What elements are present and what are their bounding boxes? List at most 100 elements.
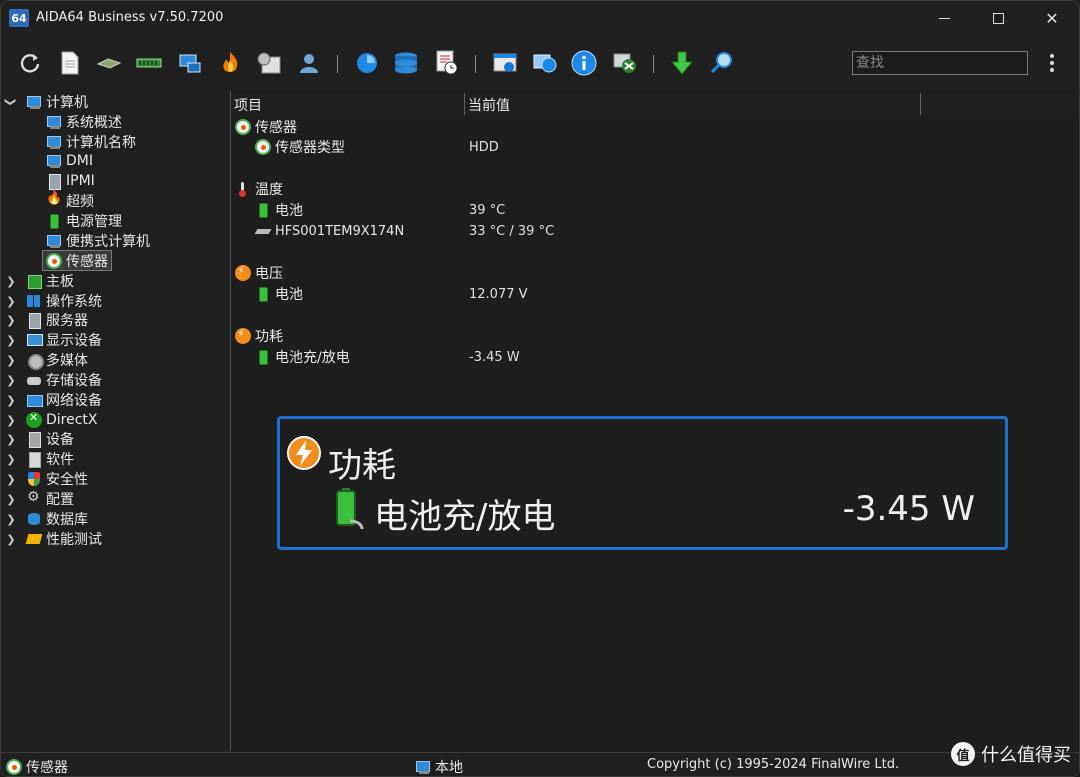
tree-item-software[interactable]: ❯ 软件 xyxy=(6,449,74,469)
chevron-right-icon[interactable]: ❯ xyxy=(6,314,16,327)
tree-item-label: 多媒体 xyxy=(46,353,88,369)
tree-item-multimedia[interactable]: ❯ 多媒体 xyxy=(6,350,88,370)
tree-item-label: 设备 xyxy=(46,432,74,448)
tree-item-portable-computer[interactable]: 便携式计算机 xyxy=(46,231,150,251)
network-audit-icon[interactable] xyxy=(611,49,639,77)
chevron-right-icon[interactable]: ❯ xyxy=(6,433,16,446)
tools-icon[interactable] xyxy=(255,49,283,77)
minimize-button[interactable] xyxy=(919,1,969,35)
tree-item-computer-name[interactable]: 计算机名称 xyxy=(46,132,136,152)
list-row[interactable]: 电池充/放电 xyxy=(255,347,350,367)
search-input[interactable]: 查找 xyxy=(852,51,1028,75)
motherboard-icon[interactable] xyxy=(95,49,123,77)
list-row[interactable]: 电池 xyxy=(255,284,303,304)
motherboard-icon xyxy=(26,273,42,289)
download-icon[interactable] xyxy=(668,49,696,77)
zoom-item-label: 电池充/放电 xyxy=(374,497,556,537)
tree-item-display[interactable]: ❯ 显示设备 xyxy=(6,330,102,350)
schedule-icon[interactable] xyxy=(433,49,461,77)
tree-item-overclock[interactable]: 超频 xyxy=(46,191,94,211)
thermometer-icon xyxy=(235,181,251,197)
overclock-icon[interactable] xyxy=(216,49,244,77)
chevron-right-icon[interactable]: ❯ xyxy=(6,493,16,506)
list-row[interactable]: 电池 xyxy=(255,200,303,220)
watermark-text: 什么值得买 xyxy=(981,745,1071,766)
computer-icon xyxy=(46,153,62,169)
web-update-icon[interactable] xyxy=(531,49,559,77)
config-icon xyxy=(26,489,42,507)
row-label: 传感器 xyxy=(255,120,297,136)
chevron-right-icon[interactable]: ❯ xyxy=(6,394,16,407)
chevron-right-icon[interactable]: ❯ xyxy=(6,473,16,486)
chevron-right-icon[interactable]: ❯ xyxy=(6,513,16,526)
tree-item-devices[interactable]: ❯ 设备 xyxy=(6,429,74,449)
battery-icon xyxy=(46,213,62,229)
more-options-icon[interactable] xyxy=(1043,51,1061,75)
column-divider[interactable] xyxy=(464,93,465,115)
chevron-right-icon[interactable]: ❯ xyxy=(6,453,16,466)
database-icon xyxy=(26,511,42,527)
chevron-right-icon[interactable]: ❯ xyxy=(6,275,16,288)
search-icon[interactable] xyxy=(708,49,736,77)
memory-icon[interactable] xyxy=(135,49,163,77)
tree-item-label: 超频 xyxy=(66,194,94,210)
preferences-icon[interactable] xyxy=(491,49,519,77)
info-icon[interactable] xyxy=(570,49,598,77)
chevron-right-icon[interactable]: ❯ xyxy=(6,533,16,546)
refresh-icon[interactable] xyxy=(16,49,44,77)
fire-icon xyxy=(46,191,62,209)
chevron-down-icon[interactable]: ❯ xyxy=(5,97,18,107)
user-icon[interactable] xyxy=(295,49,323,77)
chevron-right-icon[interactable]: ❯ xyxy=(6,414,16,427)
database-icon[interactable] xyxy=(392,49,420,77)
tree-item-network[interactable]: ❯ 网络设备 xyxy=(6,390,102,410)
column-header-value[interactable]: 当前值 xyxy=(468,95,510,115)
watermark-badge: 值 xyxy=(951,742,975,766)
cpuid-icon[interactable] xyxy=(353,49,381,77)
tree-item-ipmi[interactable]: IPMI xyxy=(46,171,95,191)
tree-item-motherboard[interactable]: ❯ 主板 xyxy=(6,271,74,291)
network-icon xyxy=(26,392,43,408)
maximize-button[interactable] xyxy=(973,1,1023,35)
list-group-row[interactable]: 传感器 xyxy=(235,117,297,137)
tree-item-server[interactable]: ❯ 服务器 xyxy=(6,310,88,330)
tree-item-label: 配置 xyxy=(46,492,74,508)
chevron-right-icon[interactable]: ❯ xyxy=(6,295,16,308)
list-row[interactable]: HFS001TEM9X174N xyxy=(255,221,404,241)
row-label: 电池 xyxy=(275,287,303,303)
tree-item-benchmark[interactable]: ❯ 性能测试 xyxy=(6,529,102,549)
close-button[interactable]: ✕ xyxy=(1027,1,1077,35)
tree-item-dmi[interactable]: DMI xyxy=(46,151,93,171)
chevron-right-icon[interactable]: ❯ xyxy=(6,354,16,367)
tree-item-power-management[interactable]: 电源管理 xyxy=(46,211,122,231)
tree-item-label: 计算机名称 xyxy=(66,135,136,151)
chevron-right-icon[interactable]: ❯ xyxy=(6,374,16,387)
status-middle-text: 本地 xyxy=(435,760,463,776)
report-icon[interactable] xyxy=(56,49,84,77)
multimedia-icon xyxy=(26,352,44,370)
tree-item-label: 存储设备 xyxy=(46,373,102,389)
tree-item-storage[interactable]: ❯ 存储设备 xyxy=(6,370,102,390)
disk-icon xyxy=(255,223,271,239)
tree-item-security[interactable]: ❯ 安全性 xyxy=(6,469,88,489)
tree-item-computer[interactable]: ❯ 计算机 xyxy=(5,92,89,112)
sensor-icon xyxy=(6,759,22,775)
row-value: 39 °C xyxy=(469,203,506,218)
tree-item-system-summary[interactable]: 系统概述 xyxy=(46,112,122,132)
battery-icon xyxy=(255,202,271,218)
column-header-item[interactable]: 项目 xyxy=(234,95,262,115)
row-label: 温度 xyxy=(255,182,283,198)
tree-item-operating-system[interactable]: ❯ 操作系统 xyxy=(6,291,102,311)
tree-item-database[interactable]: ❯ 数据库 xyxy=(6,509,88,529)
tree-item-directx[interactable]: ❯ DirectX xyxy=(6,410,98,430)
chevron-right-icon[interactable]: ❯ xyxy=(6,334,16,347)
column-divider[interactable] xyxy=(920,93,921,115)
storage-icon xyxy=(26,372,42,388)
tree-item-config[interactable]: ❯ 配置 xyxy=(6,489,74,509)
list-group-row[interactable]: 温度 xyxy=(235,179,283,199)
list-row[interactable]: 传感器类型 xyxy=(255,137,345,157)
network-icon[interactable] xyxy=(176,49,204,77)
tree-item-sensor[interactable]: 传感器 xyxy=(42,250,112,271)
list-group-row[interactable]: 电压 xyxy=(235,263,283,283)
list-group-row[interactable]: 功耗 xyxy=(235,326,283,346)
